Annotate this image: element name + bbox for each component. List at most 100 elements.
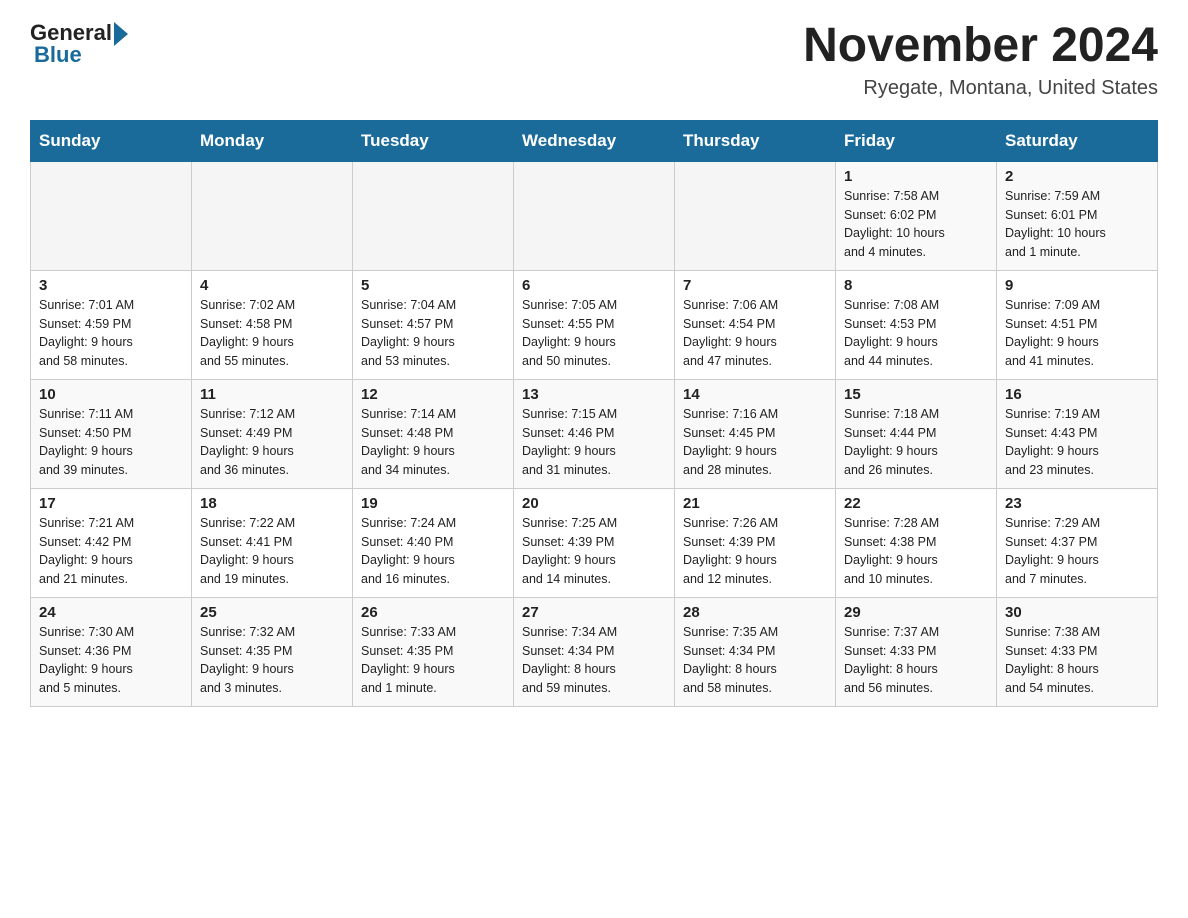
calendar-cell: 23 Sunrise: 7:29 AM Sunset: 4:37 PM Dayli… [997, 488, 1158, 597]
calendar-cell: 20 Sunrise: 7:25 AM Sunset: 4:39 PM Dayli… [514, 488, 675, 597]
calendar-cell [675, 161, 836, 270]
calendar-cell [514, 161, 675, 270]
day-info: Sunrise: 7:18 AM Sunset: 4:44 PM Dayligh… [844, 405, 988, 480]
day-info: Sunrise: 7:33 AM Sunset: 4:35 PM Dayligh… [361, 623, 505, 698]
day-number: 26 [361, 604, 505, 621]
title-block: November 2024 Ryegate, Montana, United S… [803, 20, 1158, 100]
logo-arrow-icon [114, 22, 128, 46]
day-info: Sunrise: 7:05 AM Sunset: 4:55 PM Dayligh… [522, 296, 666, 371]
day-info: Sunrise: 7:14 AM Sunset: 4:48 PM Dayligh… [361, 405, 505, 480]
page-header: General Blue November 2024 Ryegate, Mont… [30, 20, 1158, 100]
calendar-cell: 6 Sunrise: 7:05 AM Sunset: 4:55 PM Daylig… [514, 270, 675, 379]
day-info: Sunrise: 7:26 AM Sunset: 4:39 PM Dayligh… [683, 514, 827, 589]
calendar-cell: 30 Sunrise: 7:38 AM Sunset: 4:33 PM Dayli… [997, 597, 1158, 706]
day-number: 14 [683, 386, 827, 403]
calendar-cell: 12 Sunrise: 7:14 AM Sunset: 4:48 PM Dayli… [353, 379, 514, 488]
day-info: Sunrise: 7:37 AM Sunset: 4:33 PM Dayligh… [844, 623, 988, 698]
calendar-cell [353, 161, 514, 270]
calendar-cell: 9Sunrise: 7:09 AM Sunset: 4:51 PM Daylig… [997, 270, 1158, 379]
day-number: 21 [683, 495, 827, 512]
calendar-week-row: 17Sunrise: 7:21 AM Sunset: 4:42 PM Dayli… [31, 488, 1158, 597]
day-info: Sunrise: 7:25 AM Sunset: 4:39 PM Dayligh… [522, 514, 666, 589]
day-info: Sunrise: 7:06 AM Sunset: 4:54 PM Dayligh… [683, 296, 827, 371]
calendar-cell: 18 Sunrise: 7:22 AM Sunset: 4:41 PM Dayli… [192, 488, 353, 597]
calendar-week-row: 3 Sunrise: 7:01 AM Sunset: 4:59 PM Daylig… [31, 270, 1158, 379]
calendar-cell: 2 Sunrise: 7:59 AM Sunset: 6:01 PM Daylig… [997, 161, 1158, 270]
calendar-cell: 28Sunrise: 7:35 AM Sunset: 4:34 PM Dayli… [675, 597, 836, 706]
calendar-cell: 11 Sunrise: 7:12 AM Sunset: 4:49 PM Dayli… [192, 379, 353, 488]
day-info: Sunrise: 7:32 AM Sunset: 4:35 PM Dayligh… [200, 623, 344, 698]
calendar-cell: 24Sunrise: 7:30 AM Sunset: 4:36 PM Dayli… [31, 597, 192, 706]
day-info: Sunrise: 7:38 AM Sunset: 4:33 PM Dayligh… [1005, 623, 1149, 698]
calendar-cell: 19 Sunrise: 7:24 AM Sunset: 4:40 PM Dayli… [353, 488, 514, 597]
day-number: 29 [844, 604, 988, 621]
weekday-header-sunday: Sunday [31, 120, 192, 161]
calendar-cell: 1Sunrise: 7:58 AM Sunset: 6:02 PM Daylig… [836, 161, 997, 270]
calendar-cell: 10 Sunrise: 7:11 AM Sunset: 4:50 PM Dayli… [31, 379, 192, 488]
day-info: Sunrise: 7:08 AM Sunset: 4:53 PM Dayligh… [844, 296, 988, 371]
day-number: 4 [200, 277, 344, 294]
day-number: 25 [200, 604, 344, 621]
logo: General Blue [30, 20, 128, 68]
day-number: 2 [1005, 168, 1149, 185]
weekday-header-wednesday: Wednesday [514, 120, 675, 161]
calendar-cell: 29 Sunrise: 7:37 AM Sunset: 4:33 PM Dayli… [836, 597, 997, 706]
calendar-week-row: 1Sunrise: 7:58 AM Sunset: 6:02 PM Daylig… [31, 161, 1158, 270]
day-info: Sunrise: 7:09 AM Sunset: 4:51 PM Dayligh… [1005, 296, 1149, 371]
day-info: Sunrise: 7:34 AM Sunset: 4:34 PM Dayligh… [522, 623, 666, 698]
day-number: 10 [39, 386, 183, 403]
calendar-week-row: 10 Sunrise: 7:11 AM Sunset: 4:50 PM Dayli… [31, 379, 1158, 488]
day-number: 6 [522, 277, 666, 294]
day-number: 11 [200, 386, 344, 403]
location-text: Ryegate, Montana, United States [803, 77, 1158, 100]
day-number: 19 [361, 495, 505, 512]
calendar-cell: 13 Sunrise: 7:15 AM Sunset: 4:46 PM Dayli… [514, 379, 675, 488]
logo-blue-text: Blue [34, 42, 82, 68]
calendar-cell: 15 Sunrise: 7:18 AM Sunset: 4:44 PM Dayli… [836, 379, 997, 488]
day-info: Sunrise: 7:01 AM Sunset: 4:59 PM Dayligh… [39, 296, 183, 371]
day-info: Sunrise: 7:12 AM Sunset: 4:49 PM Dayligh… [200, 405, 344, 480]
calendar-cell: 8Sunrise: 7:08 AM Sunset: 4:53 PM Daylig… [836, 270, 997, 379]
day-info: Sunrise: 7:02 AM Sunset: 4:58 PM Dayligh… [200, 296, 344, 371]
calendar-cell: 21 Sunrise: 7:26 AM Sunset: 4:39 PM Dayli… [675, 488, 836, 597]
calendar-cell: 7 Sunrise: 7:06 AM Sunset: 4:54 PM Daylig… [675, 270, 836, 379]
day-number: 30 [1005, 604, 1149, 621]
day-number: 23 [1005, 495, 1149, 512]
calendar-cell: 27 Sunrise: 7:34 AM Sunset: 4:34 PM Dayli… [514, 597, 675, 706]
calendar-cell: 22Sunrise: 7:28 AM Sunset: 4:38 PM Dayli… [836, 488, 997, 597]
calendar-week-row: 24Sunrise: 7:30 AM Sunset: 4:36 PM Dayli… [31, 597, 1158, 706]
day-number: 28 [683, 604, 827, 621]
calendar-cell: 17Sunrise: 7:21 AM Sunset: 4:42 PM Dayli… [31, 488, 192, 597]
day-info: Sunrise: 7:29 AM Sunset: 4:37 PM Dayligh… [1005, 514, 1149, 589]
calendar-cell: 3 Sunrise: 7:01 AM Sunset: 4:59 PM Daylig… [31, 270, 192, 379]
calendar-cell: 16Sunrise: 7:19 AM Sunset: 4:43 PM Dayli… [997, 379, 1158, 488]
day-info: Sunrise: 7:21 AM Sunset: 4:42 PM Dayligh… [39, 514, 183, 589]
day-number: 7 [683, 277, 827, 294]
day-info: Sunrise: 7:15 AM Sunset: 4:46 PM Dayligh… [522, 405, 666, 480]
calendar-table: SundayMondayTuesdayWednesdayThursdayFrid… [30, 120, 1158, 707]
day-number: 18 [200, 495, 344, 512]
weekday-header-saturday: Saturday [997, 120, 1158, 161]
calendar-cell: 25 Sunrise: 7:32 AM Sunset: 4:35 PM Dayli… [192, 597, 353, 706]
calendar-cell [192, 161, 353, 270]
day-number: 12 [361, 386, 505, 403]
day-info: Sunrise: 7:22 AM Sunset: 4:41 PM Dayligh… [200, 514, 344, 589]
weekday-header-friday: Friday [836, 120, 997, 161]
day-number: 3 [39, 277, 183, 294]
day-info: Sunrise: 7:11 AM Sunset: 4:50 PM Dayligh… [39, 405, 183, 480]
day-info: Sunrise: 7:28 AM Sunset: 4:38 PM Dayligh… [844, 514, 988, 589]
calendar-cell: 26 Sunrise: 7:33 AM Sunset: 4:35 PM Dayli… [353, 597, 514, 706]
day-info: Sunrise: 7:59 AM Sunset: 6:01 PM Dayligh… [1005, 187, 1149, 262]
day-number: 13 [522, 386, 666, 403]
weekday-header-thursday: Thursday [675, 120, 836, 161]
calendar-header-row: SundayMondayTuesdayWednesdayThursdayFrid… [31, 120, 1158, 161]
day-info: Sunrise: 7:19 AM Sunset: 4:43 PM Dayligh… [1005, 405, 1149, 480]
day-number: 20 [522, 495, 666, 512]
day-number: 15 [844, 386, 988, 403]
calendar-cell: 14Sunrise: 7:16 AM Sunset: 4:45 PM Dayli… [675, 379, 836, 488]
day-number: 24 [39, 604, 183, 621]
day-number: 1 [844, 168, 988, 185]
weekday-header-monday: Monday [192, 120, 353, 161]
day-number: 27 [522, 604, 666, 621]
day-info: Sunrise: 7:24 AM Sunset: 4:40 PM Dayligh… [361, 514, 505, 589]
